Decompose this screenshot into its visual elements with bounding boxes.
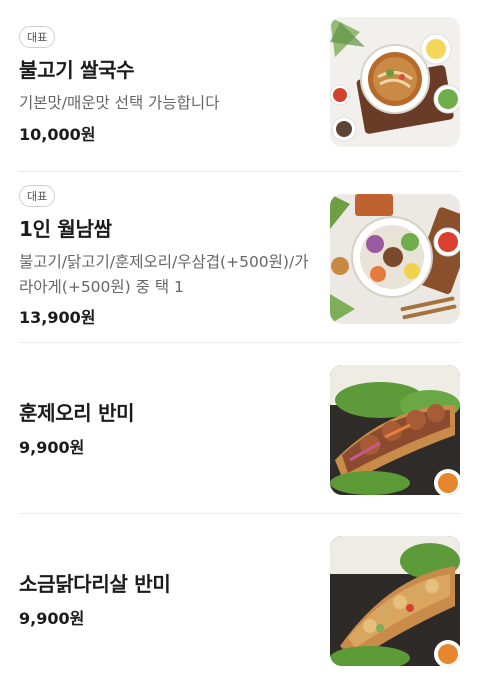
signature-badge: 대표 xyxy=(19,26,56,49)
menu-item-description: 기본맛/매운맛 선택 가능합니다 xyxy=(19,94,220,113)
menu-item-name: 소금닭다리살 반미 xyxy=(19,572,171,596)
menu-item-spring-roll[interactable]: 대표 1인 월남쌈 불고기/닭고기/훈제오리/우삼겹(+500원)/가라아게(+… xyxy=(0,171,479,342)
signature-badge: 대표 xyxy=(19,185,56,208)
menu-item-price: 9,900원 xyxy=(19,609,85,628)
menu-list: 대표 불고기 쌀국수 기본맛/매운맛 선택 가능합니다 10,000원 대표 1… xyxy=(0,0,479,684)
menu-item-name: 훈제오리 반미 xyxy=(19,401,135,425)
spring-roll-photo xyxy=(330,194,460,324)
menu-item-text: 소금닭다리살 반미 9,900원 xyxy=(19,513,309,684)
menu-item-text: 대표 불고기 쌀국수 기본맛/매운맛 선택 가능합니다 10,000원 xyxy=(19,0,309,171)
menu-item-text: 훈제오리 반미 9,900원 xyxy=(19,342,309,513)
menu-item-photo[interactable] xyxy=(330,17,460,147)
menu-item-duck-banh-mi[interactable]: 훈제오리 반미 9,900원 xyxy=(0,342,479,513)
menu-item-photo[interactable] xyxy=(330,194,460,324)
menu-item-photo[interactable] xyxy=(330,536,460,666)
menu-item-photo[interactable] xyxy=(330,365,460,495)
menu-item-price: 10,000원 xyxy=(19,124,96,144)
menu-item-text: 대표 1인 월남쌈 불고기/닭고기/훈제오리/우삼겹(+500원)/가라아게(+… xyxy=(19,171,309,342)
menu-item-pho[interactable]: 대표 불고기 쌀국수 기본맛/매운맛 선택 가능합니다 10,000원 xyxy=(0,0,479,171)
menu-item-name: 불고기 쌀국수 xyxy=(19,58,135,83)
menu-item-price: 9,900원 xyxy=(19,438,85,457)
menu-item-price: 13,900원 xyxy=(19,307,96,327)
menu-item-description: 불고기/닭고기/훈제오리/우삼겹(+500원)/가라아게(+500원) 중 택 … xyxy=(19,253,309,296)
menu-item-name: 1인 월남쌈 xyxy=(19,217,112,242)
duck-banh-mi-photo xyxy=(330,365,460,495)
pho-photo xyxy=(330,17,460,147)
chicken-banh-mi-photo xyxy=(330,536,460,666)
menu-item-chicken-banh-mi[interactable]: 소금닭다리살 반미 9,900원 xyxy=(0,513,479,684)
